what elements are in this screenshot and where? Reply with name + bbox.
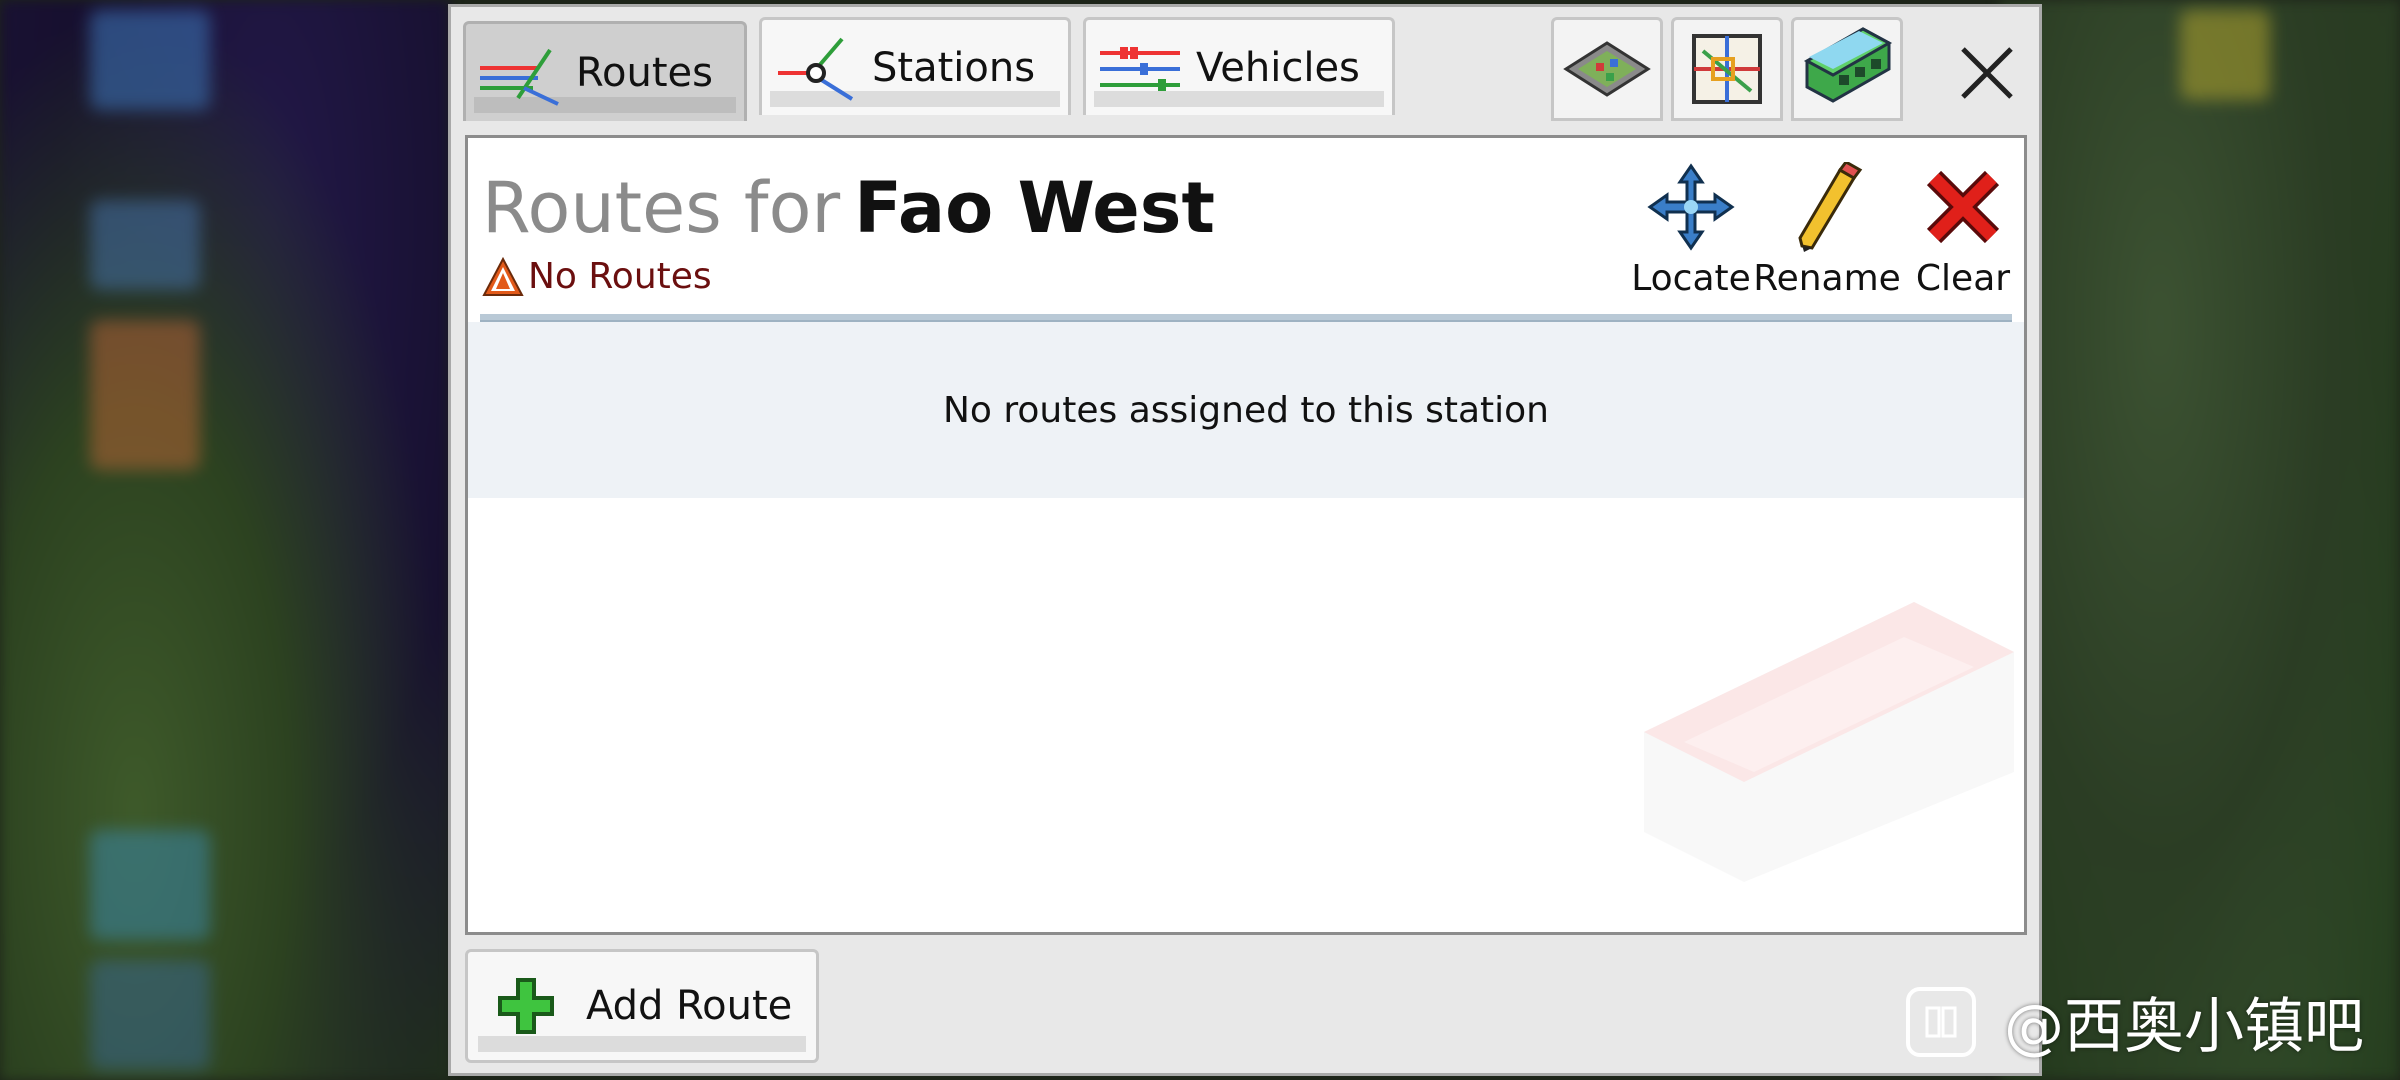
watermark-text: @西奥小镇吧 [2004, 992, 2364, 1062]
warning-text: No Routes [528, 256, 712, 297]
warning-row: No Routes [482, 256, 712, 297]
tab-stations-label: Stations [872, 44, 1036, 91]
train-watermark-icon [1644, 602, 2014, 882]
header-divider [480, 314, 2012, 322]
tab-vehicles[interactable]: Vehicles [1083, 17, 1395, 115]
rename-button[interactable]: Rename [1753, 162, 1901, 302]
map-button[interactable] [1551, 17, 1663, 121]
station-name: Fao West [854, 167, 1215, 249]
tab-vehicles-label: Vehicles [1196, 44, 1360, 91]
vehicle-list-button[interactable] [1791, 17, 1903, 121]
add-route-button[interactable]: Add Route [465, 949, 819, 1063]
add-route-label: Add Route [586, 983, 793, 1029]
map-icon [1563, 41, 1651, 97]
background-ui-button [90, 830, 210, 940]
close-icon [1961, 47, 2013, 99]
network-map-button[interactable] [1671, 17, 1783, 121]
rename-label: Rename [1753, 258, 1901, 299]
tab-stations[interactable]: Stations [759, 17, 1071, 115]
background-ui-button [90, 10, 210, 110]
network-map-icon [1692, 34, 1762, 104]
clear-x-icon [1926, 170, 2000, 244]
page-title: Routes for Fao West [482, 168, 1215, 248]
stations-icon [778, 37, 854, 101]
tab-routes-label: Routes [576, 49, 713, 96]
locate-button[interactable]: Locate [1626, 162, 1756, 302]
locate-icon [1647, 163, 1735, 251]
warning-icon [482, 256, 524, 296]
button-shadow [478, 1036, 806, 1052]
pencil-icon [1798, 162, 1863, 252]
empty-state: No routes assigned to this station [468, 322, 2024, 498]
background-right [2000, 0, 2400, 1080]
title-prefix: Routes for [482, 167, 841, 249]
background-ui-button [90, 200, 200, 290]
tieba-glyph-icon [1925, 1006, 1957, 1037]
clear-button[interactable]: Clear [1898, 162, 2024, 302]
background-ui-button [2180, 10, 2270, 100]
locate-label: Locate [1631, 258, 1751, 299]
routes-panel: Routes for Fao West No Routes Locate Ren… [465, 135, 2027, 935]
vehicles-icon [1100, 46, 1180, 91]
background-left [0, 0, 450, 1080]
routes-icon [480, 48, 559, 106]
tab-routes[interactable]: Routes [463, 21, 747, 121]
background-ui-button [90, 960, 210, 1070]
clear-label: Clear [1915, 258, 2011, 299]
tieba-logo-icon [1906, 986, 1976, 1057]
site-watermark: @西奥小镇吧 [1906, 978, 2364, 1065]
plus-icon [498, 978, 554, 1034]
empty-message: No routes assigned to this station [942, 389, 1549, 431]
close-button[interactable] [1947, 33, 2027, 113]
train-icon [1803, 27, 1893, 103]
background-ui-button [90, 320, 200, 470]
route-manager-window: Routes Stations Vehicles Routes for Fao … [448, 4, 2042, 1076]
tab-strip: Routes Stations Vehicles [463, 13, 2027, 121]
